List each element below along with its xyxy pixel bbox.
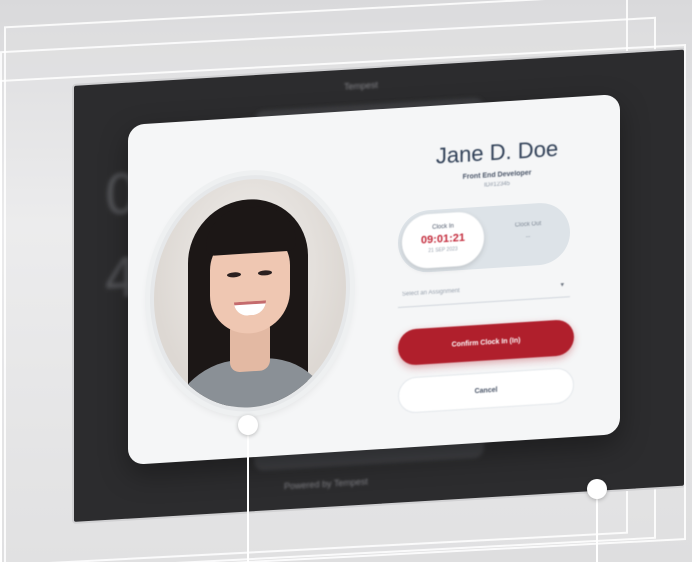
employee-name: Jane D. Doe	[435, 135, 559, 169]
callout-dot-photo	[238, 415, 258, 435]
callout-line-photo	[247, 434, 249, 562]
clock-in-option[interactable]: Clock In 09:01:21 21 SEP 2023	[402, 210, 484, 270]
clock-out-option[interactable]: Clock Out --	[490, 205, 566, 264]
assignment-select-placeholder: Select an Assignment	[402, 288, 460, 298]
chevron-down-icon: ▾	[560, 281, 564, 289]
callout-line-frame	[596, 498, 598, 562]
cancel-button[interactable]: Cancel	[398, 366, 574, 415]
clock-toggle: Clock In 09:01:21 21 SEP 2023 Clock Out …	[398, 201, 570, 275]
employee-photo-frame	[150, 169, 350, 418]
clock-out-value: --	[525, 233, 531, 241]
confirm-clock-in-button[interactable]: Confirm Clock In (In)	[398, 318, 574, 367]
clock-out-label: Clock Out	[514, 221, 542, 229]
employee-photo	[154, 173, 346, 414]
clock-in-dialog: Jane D. Doe Front End Developer ID#12345…	[128, 94, 620, 465]
callout-dot-frame	[587, 479, 607, 499]
assignment-select[interactable]: Select an Assignment ▾	[398, 275, 570, 309]
